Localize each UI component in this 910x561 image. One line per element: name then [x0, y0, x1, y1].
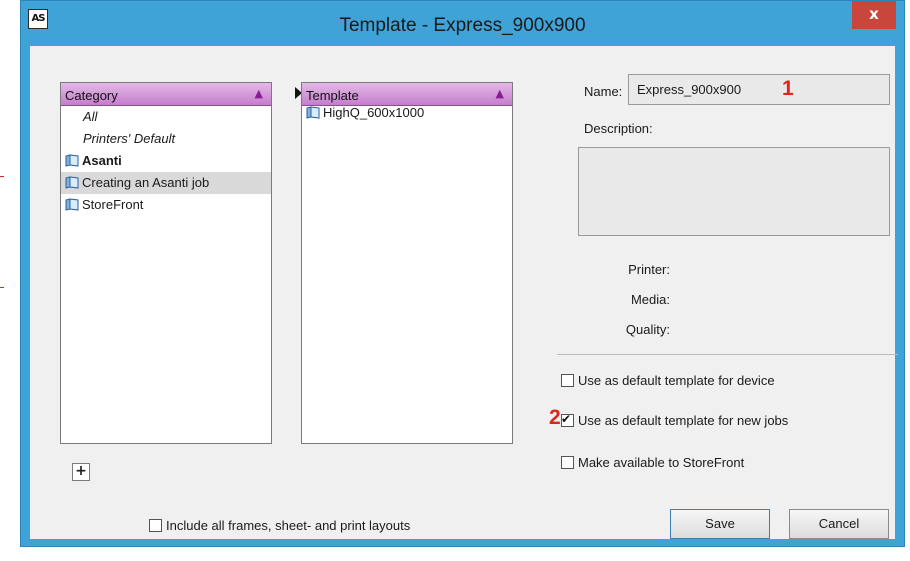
close-button[interactable]: x	[852, 1, 896, 29]
quality-label: Quality:	[625, 322, 670, 337]
folder-icon	[306, 106, 320, 119]
edge-mark	[0, 176, 4, 177]
sort-ascending-icon[interactable]: ▲	[496, 87, 504, 100]
description-field[interactable]	[578, 147, 890, 236]
category-column-header[interactable]: Category ▲	[61, 83, 271, 106]
name-label: Name:	[584, 84, 623, 99]
category-item-label: All	[83, 109, 98, 124]
include-layouts-label: Include all frames, sheet- and print lay…	[166, 518, 411, 533]
include-layouts-checkbox[interactable]	[149, 519, 162, 532]
title-bar[interactable]: AS Template - Express_900x900 x	[21, 1, 904, 47]
storefront-label: Make available to StoreFront	[578, 455, 745, 470]
template-list: HighQ_600x1000	[302, 102, 512, 124]
template-item-label: HighQ_600x1000	[323, 105, 425, 120]
category-item-all[interactable]: All	[61, 106, 271, 128]
category-item-label: Creating an Asanti job	[82, 175, 210, 190]
category-item-storefront[interactable]: StoreFront	[61, 194, 271, 216]
category-item-label: StoreFront	[82, 197, 144, 212]
include-layouts-option[interactable]: Include all frames, sheet- and print lay…	[149, 518, 410, 536]
checkmark-icon: ✔	[561, 412, 572, 426]
storefront-checkbox[interactable]	[561, 456, 574, 469]
annotation-two: 2	[549, 406, 561, 429]
category-item-label: Printers' Default	[83, 131, 176, 146]
dialog-client-area: Category ▲ All Printers' Default Asanti	[30, 46, 898, 539]
category-item-printers-default[interactable]: Printers' Default	[61, 128, 271, 150]
sort-ascending-icon[interactable]: ▲	[255, 87, 263, 100]
edge-mark	[0, 287, 4, 288]
template-item-highq[interactable]: HighQ_600x1000	[302, 102, 512, 124]
template-panel: Template ▲ HighQ_600x1000	[301, 82, 513, 444]
default-new-jobs-checkbox[interactable]: ✔	[561, 412, 574, 427]
category-panel: Category ▲ All Printers' Default Asanti	[60, 82, 272, 444]
folder-icon	[65, 176, 79, 189]
default-new-jobs-label: Use as default template for new jobs	[578, 413, 789, 428]
description-label: Description:	[584, 121, 653, 136]
default-device-label: Use as default template for device	[578, 373, 775, 388]
save-button[interactable]: Save	[670, 509, 770, 539]
printer-label: Printer:	[628, 262, 670, 277]
window-title: Template - Express_900x900	[339, 15, 586, 36]
folder-icon	[65, 198, 79, 211]
section-divider	[557, 354, 898, 355]
default-device-option[interactable]: Use as default template for device	[561, 373, 775, 391]
folder-icon	[65, 154, 79, 167]
default-device-checkbox[interactable]	[561, 374, 574, 387]
category-list: All Printers' Default Asanti Creating an…	[61, 106, 271, 216]
template-header-label: Template	[306, 88, 359, 103]
default-new-jobs-option[interactable]: ✔ Use as default template for new jobs	[561, 412, 789, 431]
media-label: Media:	[630, 292, 670, 307]
category-header-label: Category	[65, 88, 118, 103]
category-item-asanti[interactable]: Asanti	[61, 150, 271, 172]
dialog-window: AS Template - Express_900x900 x Category…	[20, 0, 905, 547]
add-category-button[interactable]: +	[72, 463, 90, 481]
name-field[interactable]: Express_900x900	[628, 74, 890, 105]
category-item-creating-asanti-job[interactable]: Creating an Asanti job	[61, 172, 271, 194]
category-item-label: Asanti	[82, 153, 122, 168]
storefront-option[interactable]: Make available to StoreFront	[561, 455, 744, 473]
annotation-one: 1	[782, 77, 794, 100]
cancel-button[interactable]: Cancel	[789, 509, 889, 539]
